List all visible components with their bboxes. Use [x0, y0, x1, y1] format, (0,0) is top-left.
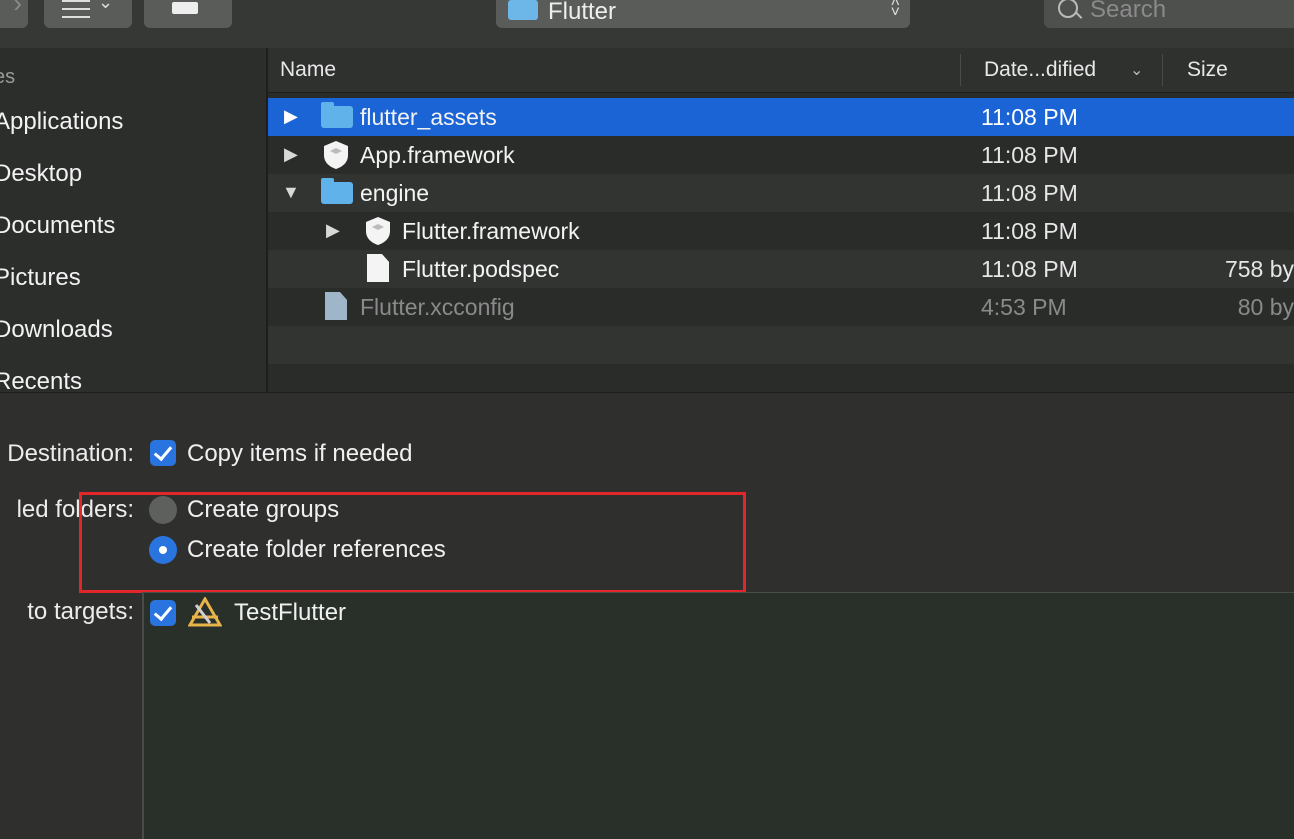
sidebar-heading: es: [0, 66, 16, 88]
location-popup[interactable]: Flutter ˄ ˅: [496, 0, 910, 28]
column-name[interactable]: Name: [280, 58, 336, 82]
file-row-app-framework[interactable]: ▶ App.framework 11:08 PM: [268, 136, 1294, 174]
file-date: 11:08 PM: [981, 256, 1078, 282]
document-icon: [367, 254, 389, 282]
chevron-right-icon: ›: [13, 0, 22, 18]
file-name: Flutter.podspec: [402, 256, 560, 282]
file-name: flutter_assets: [360, 104, 497, 130]
updown-arrows-icon: ˄ ˅: [890, 0, 900, 21]
search-placeholder: Search: [1090, 0, 1167, 23]
column-size[interactable]: Size: [1187, 58, 1228, 82]
disclosure-triangle-icon[interactable]: ▶: [284, 106, 298, 127]
file-name: engine: [360, 180, 430, 206]
framework-icon: [324, 141, 348, 169]
file-name: App.framework: [360, 142, 515, 168]
copy-items-checkbox[interactable]: [150, 440, 176, 466]
copy-items-label[interactable]: Copy items if needed: [187, 440, 412, 468]
new-folder-button[interactable]: [144, 0, 232, 28]
file-size: 758 by: [1224, 256, 1294, 282]
column-date-modified[interactable]: Date...dified: [984, 58, 1096, 82]
file-date: 11:08 PM: [981, 142, 1078, 168]
chevron-down-icon: ⌄: [98, 0, 114, 12]
add-to-targets-label: to targets:: [27, 598, 134, 625]
view-options-button[interactable]: ⌄: [44, 0, 132, 28]
file-name: Flutter.framework: [402, 218, 580, 244]
folder-icon: [321, 102, 353, 128]
destination-label: Destination:: [7, 440, 134, 467]
targets-list: [142, 592, 1294, 839]
location-label: Flutter: [548, 0, 617, 25]
folder-icon: [321, 178, 353, 204]
search-icon: [1058, 0, 1078, 18]
sidebar-item-downloads[interactable]: Downloads: [0, 316, 113, 344]
sort-chevron-icon: ⌄: [1130, 62, 1144, 79]
empty-row: [268, 326, 1294, 364]
sidebar-item-recents[interactable]: Recents: [0, 368, 82, 392]
file-date: 11:08 PM: [981, 104, 1078, 130]
column-header: Name Date...dified ⌄ Size: [268, 48, 1294, 93]
file-row-engine[interactable]: ▼ engine 11:08 PM: [268, 174, 1294, 212]
sidebar-item-documents[interactable]: Documents: [0, 212, 115, 240]
file-list: Name Date...dified ⌄ Size ▶ flutter_asse…: [268, 48, 1294, 392]
annotation-highlight-box: [79, 492, 746, 593]
xcconfig-file-icon: [325, 292, 347, 320]
file-date: 11:08 PM: [981, 218, 1078, 244]
search-field[interactable]: Search: [1044, 0, 1294, 28]
target-name: TestFlutter: [234, 599, 347, 626]
toolbar: › ⌄ Flutter ˄ ˅ Search: [0, 0, 1294, 48]
back-button[interactable]: ›: [0, 0, 28, 28]
file-date: 11:08 PM: [981, 180, 1078, 206]
disclosure-triangle-icon[interactable]: ▶: [326, 220, 340, 241]
folder-icon: [508, 0, 538, 20]
file-name: Flutter.xcconfig: [360, 294, 515, 320]
framework-icon: [366, 217, 390, 245]
sidebar-item-applications[interactable]: Applications: [0, 108, 123, 136]
file-row-flutter-assets[interactable]: ▶ flutter_assets 11:08 PM: [268, 98, 1294, 136]
list-view-icon: [62, 0, 90, 18]
disclosure-triangle-icon[interactable]: ▶: [284, 144, 298, 165]
file-date: 4:53 PM: [981, 294, 1067, 320]
sidebar: es Applications Desktop Documents Pictur…: [0, 48, 266, 392]
disclosure-triangle-open-icon[interactable]: ▼: [282, 182, 300, 203]
app-target-icon: [188, 597, 222, 627]
file-row-flutter-framework[interactable]: ▶ Flutter.framework 11:08 PM: [268, 212, 1294, 250]
target-checkbox[interactable]: [150, 600, 176, 626]
file-size: 80 by: [1237, 294, 1294, 320]
new-folder-icon: [172, 2, 198, 14]
sidebar-item-pictures[interactable]: Pictures: [0, 264, 81, 292]
sidebar-item-desktop[interactable]: Desktop: [0, 160, 82, 188]
file-row-flutter-podspec[interactable]: Flutter.podspec 11:08 PM 758 by: [268, 250, 1294, 288]
file-row-flutter-xcconfig[interactable]: Flutter.xcconfig 4:53 PM 80 by: [268, 288, 1294, 326]
